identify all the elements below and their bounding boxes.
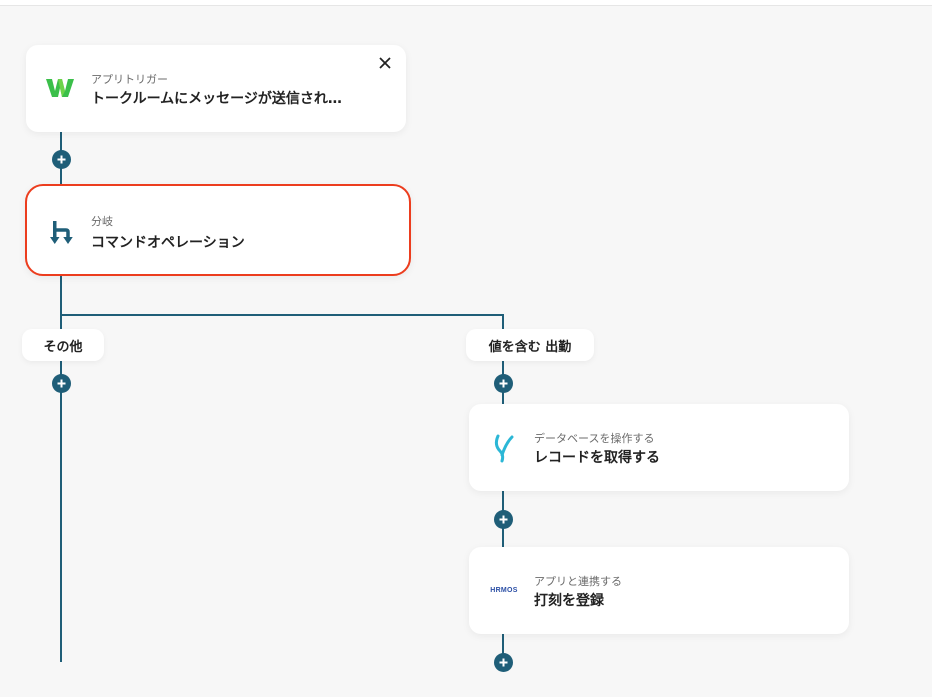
hrmos-logo-text: HRMOS bbox=[490, 586, 518, 594]
trigger-subtitle: アプリトリガー bbox=[91, 73, 168, 86]
branch-icon bbox=[49, 218, 75, 246]
flow-canvas: アプリトリガー トークルームにメッセージが送信され… 分岐 コマンドオペレーショ… bbox=[0, 0, 932, 697]
top-divider bbox=[0, 0, 932, 6]
database-step-subtitle: データベースを操作する bbox=[534, 432, 655, 445]
hrmos-logo-icon: HRMOS bbox=[487, 583, 521, 597]
connector-line bbox=[60, 314, 504, 316]
trigger-title: トークルームにメッセージが送信され… bbox=[91, 91, 342, 107]
hrmos-step-title: 打刻を登録 bbox=[534, 593, 604, 609]
hrmos-step-subtitle: アプリと連携する bbox=[534, 575, 622, 588]
branch-label-other[interactable]: その他 bbox=[22, 329, 104, 361]
hrmos-step-card[interactable]: HRMOS アプリと連携する 打刻を登録 bbox=[469, 547, 849, 634]
app-logo-w-icon bbox=[46, 76, 74, 100]
branch-label-contains[interactable]: 値を含む 出勤 bbox=[466, 329, 594, 361]
close-icon[interactable] bbox=[376, 54, 394, 72]
add-step-button[interactable] bbox=[494, 653, 513, 672]
add-step-button[interactable] bbox=[52, 374, 71, 393]
database-step-card[interactable]: データベースを操作する レコードを取得する bbox=[469, 404, 849, 491]
branch-card[interactable]: 分岐 コマンドオペレーション bbox=[25, 184, 411, 276]
database-step-title: レコードを取得する bbox=[534, 450, 660, 466]
add-step-button[interactable] bbox=[52, 150, 71, 169]
trigger-card[interactable]: アプリトリガー トークルームにメッセージが送信され… bbox=[26, 45, 406, 132]
branch-subtitle: 分岐 bbox=[91, 215, 113, 228]
add-step-button[interactable] bbox=[494, 510, 513, 529]
database-app-icon bbox=[491, 432, 517, 464]
add-step-button[interactable] bbox=[494, 374, 513, 393]
branch-title: コマンドオペレーション bbox=[91, 235, 245, 251]
